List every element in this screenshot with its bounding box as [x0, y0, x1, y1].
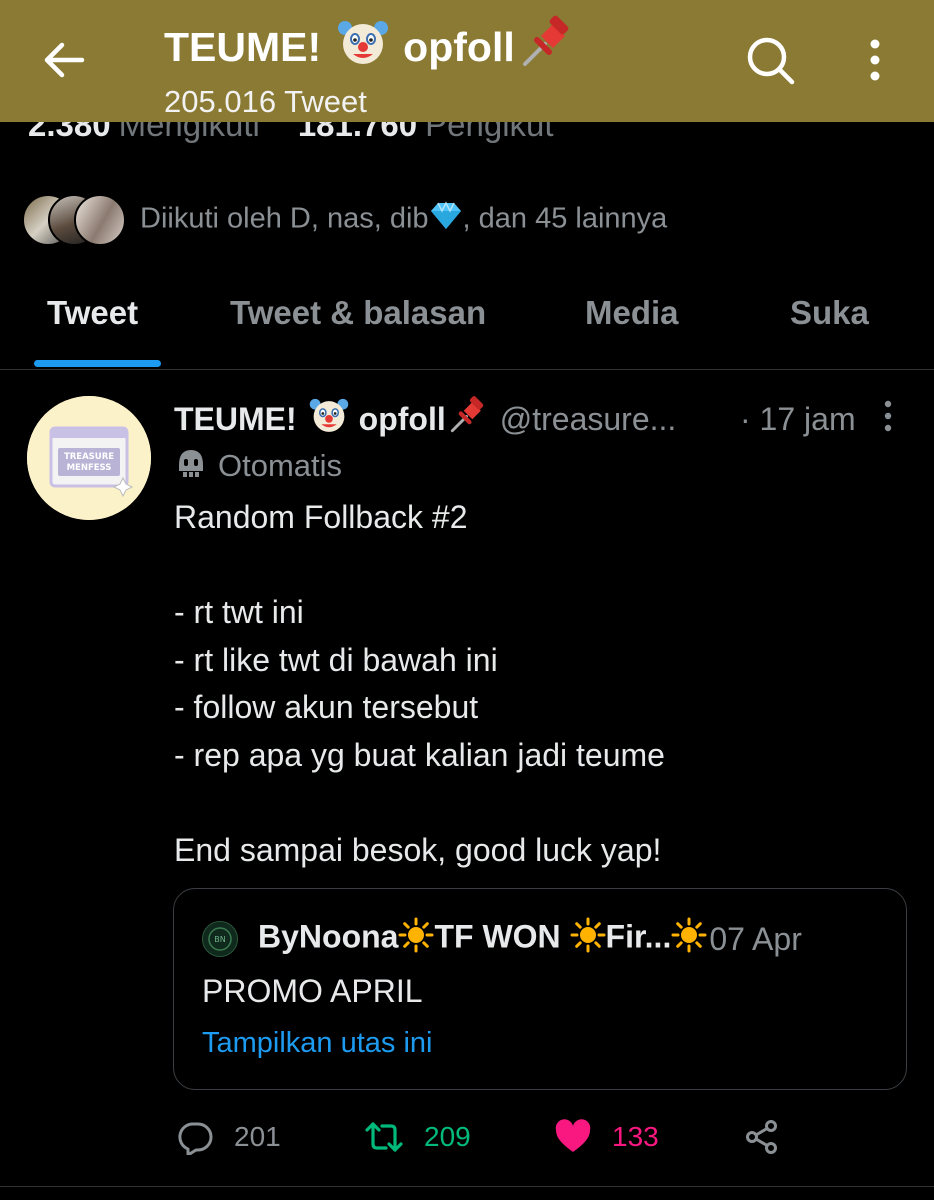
- tab-likes[interactable]: Suka: [790, 294, 869, 332]
- header-title-suffix: opfoll: [403, 24, 515, 70]
- automated-label: Otomatis: [174, 444, 342, 488]
- followed-by-suffix: , dan 45 lainnya: [462, 202, 668, 235]
- quoted-tweet-header: BN ByNoona TF WON Fir... 07 Apr: [202, 917, 802, 961]
- retweet-count: 209: [424, 1121, 471, 1152]
- profile-header: TEUME! opfoll 205.016 Tweet: [0, 0, 934, 122]
- pushpin-icon: [448, 395, 488, 443]
- divider: [0, 1186, 934, 1187]
- tab-tweet[interactable]: Tweet: [47, 294, 138, 332]
- avatar: BN: [202, 921, 238, 957]
- sun-icon: [570, 917, 606, 961]
- svg-text:TREASURE: TREASURE: [64, 452, 114, 462]
- tweet-timestamp[interactable]: · 17 jam: [740, 401, 856, 438]
- quoted-author-name: ByNoona TF WON Fir...: [258, 917, 707, 961]
- robot-icon: [174, 445, 208, 487]
- quoted-author-name-part1: ByNoona: [258, 918, 399, 955]
- show-thread-link[interactable]: Tampilkan utas ini: [202, 1027, 433, 1060]
- svg-text:MENFESS: MENFESS: [67, 463, 112, 473]
- like-button[interactable]: 133: [554, 1112, 659, 1162]
- like-count: 133: [612, 1121, 659, 1152]
- quoted-tweet[interactable]: BN ByNoona TF WON Fir... 07 Apr PROMO APR…: [173, 888, 907, 1090]
- tweet-author-name-suffix: opfoll: [358, 400, 446, 437]
- quoted-tweet-text: PROMO APRIL: [202, 973, 423, 1009]
- clown-face-icon: [309, 395, 349, 443]
- tweet-more-icon[interactable]: [878, 398, 898, 434]
- heart-icon: [554, 1119, 592, 1155]
- more-vertical-icon[interactable]: [858, 34, 892, 86]
- tweet-author-name-prefix: TEUME!: [174, 400, 297, 437]
- sun-icon: [671, 917, 707, 961]
- quoted-tweet-date: 07 Apr: [709, 920, 802, 957]
- sun-icon: [398, 917, 434, 961]
- retweet-icon: [364, 1119, 404, 1155]
- quoted-author-name-part3: Fir...: [605, 918, 672, 955]
- search-icon[interactable]: [742, 32, 798, 88]
- retweet-button[interactable]: 209: [364, 1112, 471, 1162]
- tweet-body: Random Follback #2 - rt twt ini - rt lik…: [174, 499, 665, 868]
- header-tweet-count: 205.016 Tweet: [164, 84, 367, 119]
- header-title-prefix: TEUME!: [164, 24, 322, 70]
- avatar: [74, 194, 126, 246]
- tab-tweet-replies[interactable]: Tweet & balasan: [230, 294, 486, 332]
- followed-by-prefix: Diikuti oleh D, nas, dib: [140, 202, 429, 235]
- tweet-actions: 201 209 133: [0, 1112, 934, 1162]
- reply-icon: [178, 1119, 214, 1155]
- header-title: TEUME! opfoll: [164, 14, 575, 80]
- reply-button[interactable]: 201: [178, 1112, 281, 1162]
- clown-face-icon: [337, 16, 389, 78]
- followed-by-row[interactable]: Diikuti oleh D, nas, dib , dan 45 lainnya: [22, 192, 667, 248]
- tab-media[interactable]: Media: [585, 294, 679, 332]
- reply-count: 201: [234, 1121, 281, 1152]
- share-icon: [744, 1119, 780, 1155]
- automated-text: Otomatis: [218, 448, 343, 483]
- pushpin-icon: [519, 14, 575, 80]
- quoted-author-name-part2: TF WON: [434, 918, 570, 955]
- tweet-author-avatar[interactable]: TREASURE MENFESS: [27, 396, 151, 520]
- profile-tabs: Tweet Tweet & balasan Media Suka: [0, 282, 934, 370]
- gem-icon: [429, 201, 463, 239]
- followed-by-text: Diikuti oleh D, nas, dib , dan 45 lainnya: [140, 201, 667, 239]
- header-title-block: TEUME! opfoll 205.016 Tweet: [164, 14, 575, 122]
- svg-text:BN: BN: [214, 935, 225, 944]
- tweet-author-handle[interactable]: @treasure...: [500, 401, 677, 438]
- tweet-header: TEUME! opfoll @treasure... · 17 jam: [174, 395, 856, 443]
- follower-avatars: [22, 192, 134, 248]
- tweet-author-name[interactable]: TEUME! opfoll: [174, 395, 488, 443]
- back-arrow-icon[interactable]: [38, 34, 90, 86]
- share-button[interactable]: [744, 1112, 780, 1162]
- active-tab-indicator: [34, 360, 161, 367]
